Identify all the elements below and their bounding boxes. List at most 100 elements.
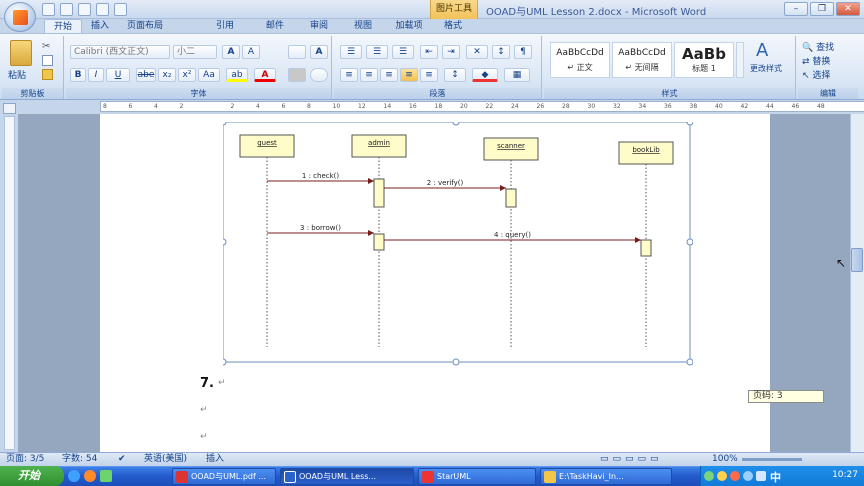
subscript-button[interactable]: x₂ [158, 68, 176, 82]
redo-icon[interactable] [78, 3, 91, 16]
align-left-button[interactable]: ≡ [340, 68, 358, 82]
resize-handle[interactable] [223, 358, 227, 366]
align-right-button[interactable]: ≡ [380, 68, 398, 82]
ruler-toggle-button[interactable] [3, 103, 16, 114]
tab-addins[interactable]: 加载项 [385, 19, 433, 33]
font-color-button[interactable]: A [254, 68, 276, 82]
justify-button[interactable]: ≡ [400, 68, 418, 82]
maximize-button[interactable]: ❐ [810, 2, 834, 16]
format-painter-icon[interactable] [42, 69, 53, 80]
chinese-layout-button[interactable]: ✕ [466, 45, 488, 59]
start-button[interactable]: 开始 [0, 466, 64, 486]
style-normal[interactable]: AaBbCcDd ↵ 正文 [550, 42, 610, 78]
resize-handle[interactable] [452, 358, 460, 366]
customize-qat-icon[interactable] [114, 3, 127, 16]
resize-handle[interactable] [452, 122, 460, 126]
tray-icon[interactable] [730, 471, 740, 481]
resize-handle[interactable] [686, 238, 693, 246]
numbering-button[interactable]: ☰ [366, 45, 388, 59]
borders-button[interactable]: ▦ [504, 68, 530, 82]
print-icon[interactable] [96, 3, 109, 16]
vertical-scrollbar[interactable] [850, 114, 864, 452]
close-button[interactable]: ✕ [836, 2, 860, 16]
select-button[interactable]: ↖ 选择 [802, 68, 830, 81]
tab-home[interactable]: 开始 [44, 19, 82, 33]
proofing-icon[interactable]: ✔ [118, 453, 126, 466]
tray-icon[interactable] [743, 471, 753, 481]
minimize-button[interactable]: – [784, 2, 808, 16]
cut-icon[interactable]: ✂ [42, 41, 54, 52]
zoom-slider[interactable] [742, 458, 802, 461]
scrollbar-thumb[interactable] [851, 248, 863, 272]
multilevel-list-button[interactable]: ☰ [392, 45, 414, 59]
line-spacing-button[interactable]: ↕ [444, 68, 466, 82]
increase-indent-button[interactable]: ⇥ [442, 45, 460, 59]
copy-icon[interactable] [42, 55, 53, 66]
shrink-font-button[interactable]: A [242, 45, 260, 59]
paste-button-label[interactable]: 粘贴 [8, 68, 26, 81]
taskbar-item-pdf[interactable]: OOAD与UML.pdf ... [172, 468, 276, 485]
horizontal-ruler[interactable]: 8 6 4 2 2 4 6 8 10 12 14 16 18 20 22 24 26 28 30 32 34 36 38 40… [100, 101, 864, 112]
tab-references[interactable]: 引用 [197, 19, 253, 33]
styles-scroll[interactable] [736, 42, 744, 78]
sort-button[interactable]: ↕ [492, 45, 510, 59]
shading-button[interactable]: ◆ [472, 68, 498, 82]
ime-indicator[interactable]: 中 [770, 469, 781, 485]
tab-view[interactable]: 视图 [341, 19, 385, 33]
font-size-combo[interactable]: 小二 [173, 45, 217, 59]
style-heading-1[interactable]: AaBb 标题 1 [674, 42, 734, 78]
decrease-indent-button[interactable]: ⇤ [420, 45, 438, 59]
status-page[interactable]: 页面: 3/5 [6, 453, 44, 466]
underline-button[interactable]: U [106, 68, 130, 82]
desktop-icon[interactable] [100, 470, 112, 482]
view-buttons[interactable]: ▭▭▭▭▭ [600, 453, 663, 466]
show-marks-button[interactable]: ¶ [514, 45, 532, 59]
enclose-char-button[interactable] [310, 68, 328, 82]
taskbar-item-word[interactable]: OOAD与UML Less... [280, 468, 414, 485]
change-styles-icon[interactable]: A [756, 40, 768, 61]
paste-icon[interactable] [10, 40, 32, 66]
firefox-icon[interactable] [84, 470, 96, 482]
tab-mailings[interactable]: 邮件 [253, 19, 297, 33]
grow-font-button[interactable]: A [222, 45, 240, 59]
vertical-ruler[interactable] [4, 116, 15, 450]
tray-icon[interactable] [704, 471, 714, 481]
resize-handle[interactable] [686, 358, 693, 366]
tab-page-layout[interactable]: 页面布局 [118, 19, 172, 33]
tab-review[interactable]: 审阅 [297, 19, 341, 33]
align-center-button[interactable]: ≡ [360, 68, 378, 82]
undo-icon[interactable] [60, 3, 73, 16]
strikethrough-button[interactable]: abe [136, 68, 156, 82]
font-name-combo[interactable]: Calibri (西文正文) [70, 45, 170, 59]
resize-handle[interactable] [686, 122, 693, 126]
phonetic-button[interactable] [288, 45, 306, 59]
save-icon[interactable] [42, 3, 55, 16]
change-case-button[interactable]: Aa [198, 68, 220, 82]
char-shading-button[interactable] [288, 68, 306, 82]
tray-icon[interactable] [717, 471, 727, 481]
change-styles-label[interactable]: 更改样式 [750, 63, 782, 74]
status-insert-mode[interactable]: 插入 [206, 453, 224, 466]
style-no-spacing[interactable]: AaBbCcDd ↵ 无间隔 [612, 42, 672, 78]
bullets-button[interactable]: ☰ [340, 45, 362, 59]
taskbar-item-staruml[interactable]: StarUML [418, 468, 536, 485]
italic-button[interactable]: I [88, 68, 104, 82]
bold-button[interactable]: B [70, 68, 86, 82]
clear-format-button[interactable]: A [310, 45, 328, 59]
find-button[interactable]: 🔍 查找 [802, 40, 834, 53]
tab-insert[interactable]: 插入 [82, 19, 118, 33]
volume-icon[interactable] [756, 471, 766, 481]
zoom-level[interactable]: 100% [712, 453, 738, 466]
ie-icon[interactable] [68, 470, 80, 482]
distribute-button[interactable]: ≡ [420, 68, 438, 82]
document-page[interactable]: guest admin scanner bookLib 1 : check() 2 : … [100, 114, 770, 452]
superscript-button[interactable]: x² [178, 68, 196, 82]
resize-handle[interactable] [223, 238, 227, 246]
highlight-button[interactable]: ab [226, 68, 248, 82]
replace-button[interactable]: ⇄ 替换 [802, 54, 830, 67]
taskbar-item-explorer[interactable]: E:\TaskHavi_In... [540, 468, 672, 485]
sequence-diagram-picture[interactable]: guest admin scanner bookLib 1 : check() 2 : … [223, 122, 693, 368]
tab-format[interactable]: 格式 [433, 19, 473, 33]
status-language[interactable]: 英语(美国) [144, 453, 187, 466]
status-words[interactable]: 字数: 54 [62, 453, 97, 466]
